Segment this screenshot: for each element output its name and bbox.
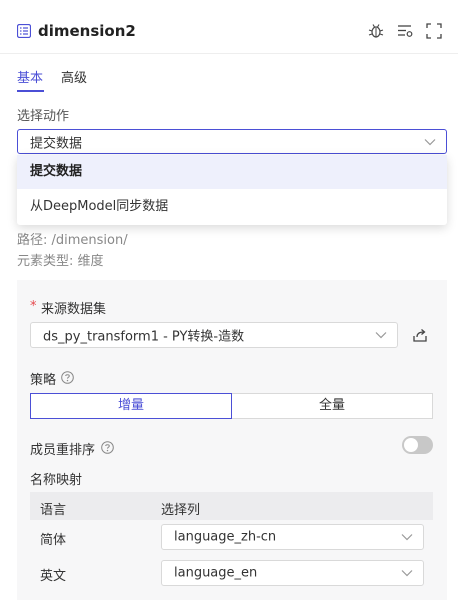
strategy-full-button[interactable]: 全量 bbox=[231, 393, 433, 419]
action-select[interactable]: 提交数据 bbox=[17, 129, 447, 154]
row-lang-zh: 简体 bbox=[40, 533, 67, 548]
strategy-label: 策略 bbox=[30, 373, 57, 388]
tab-basic[interactable]: 基本 bbox=[17, 67, 43, 86]
source-select[interactable]: ds_py_transform1 - PY转换-造数 bbox=[30, 322, 398, 348]
element-type-text: 元素类型: 维度 bbox=[17, 254, 104, 269]
action-option-submit[interactable]: 提交数据 bbox=[17, 155, 447, 189]
strategy-segmented: 增量 全量 bbox=[30, 393, 433, 419]
help-icon[interactable] bbox=[101, 441, 114, 454]
tab-active-indicator bbox=[17, 90, 44, 92]
list-icon bbox=[17, 24, 31, 38]
panel-title: dimension2 bbox=[38, 22, 136, 40]
toggle-knob bbox=[404, 438, 418, 452]
chevron-down-icon bbox=[375, 332, 387, 339]
path-text: 路径: /dimension/ bbox=[17, 233, 128, 248]
action-label: 选择动作 bbox=[17, 109, 70, 124]
bug-icon[interactable] bbox=[368, 23, 384, 39]
mapping-table-header: 语言 选择列 bbox=[30, 492, 433, 520]
list-settings-icon[interactable] bbox=[397, 23, 413, 39]
tab-bar: 基本 高级 bbox=[0, 54, 458, 94]
panel-header: dimension2 bbox=[0, 0, 458, 54]
action-option-sync[interactable]: 从DeepModel同步数据 bbox=[17, 190, 447, 224]
required-mark: * bbox=[30, 299, 37, 314]
share-icon[interactable] bbox=[412, 327, 428, 343]
reorder-label: 成员重排序 bbox=[30, 443, 96, 458]
source-label: 来源数据集 bbox=[41, 302, 107, 317]
chevron-down-icon bbox=[401, 534, 413, 541]
strategy-incremental-button[interactable]: 增量 bbox=[30, 393, 232, 419]
action-dropdown: 提交数据 从DeepModel同步数据 bbox=[17, 155, 447, 225]
action-select-value: 提交数据 bbox=[30, 136, 83, 151]
fullscreen-icon[interactable] bbox=[426, 23, 442, 39]
column-select-value: language_en bbox=[174, 565, 258, 581]
column-select-value: language_zh-cn bbox=[174, 529, 277, 545]
header-column: 选择列 bbox=[161, 503, 201, 518]
column-select-en[interactable]: language_en bbox=[161, 560, 424, 586]
row-lang-en: 英文 bbox=[40, 569, 67, 584]
tab-advanced[interactable]: 高级 bbox=[61, 67, 87, 86]
chevron-down-icon bbox=[401, 570, 413, 577]
reorder-toggle[interactable] bbox=[402, 436, 433, 454]
header-language: 语言 bbox=[40, 503, 67, 518]
source-select-value: ds_py_transform1 - PY转换-造数 bbox=[43, 329, 245, 345]
help-icon[interactable] bbox=[61, 371, 74, 384]
column-select-zh[interactable]: language_zh-cn bbox=[161, 524, 424, 550]
mapping-label: 名称映射 bbox=[30, 473, 83, 488]
chevron-down-icon bbox=[424, 138, 436, 145]
